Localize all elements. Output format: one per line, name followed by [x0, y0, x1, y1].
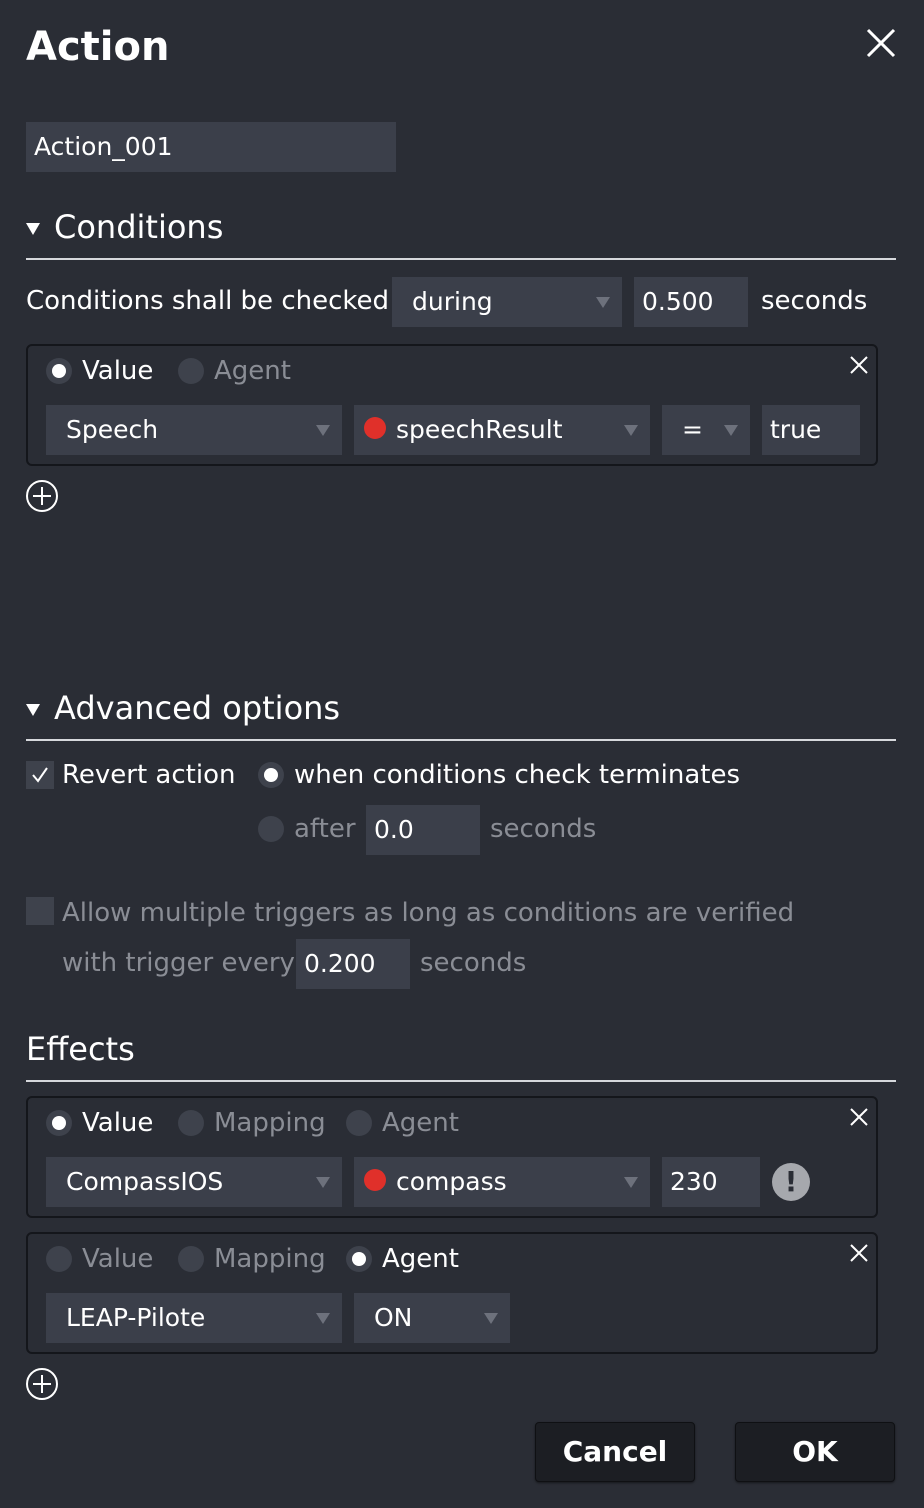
effect-output-value: compass — [396, 1167, 507, 1196]
conditions-divider — [26, 258, 896, 260]
action-name-input[interactable]: Action_001 — [26, 122, 396, 172]
radio-unselected-icon — [178, 1246, 204, 1272]
effect-state-dropdown[interactable]: ON — [354, 1293, 510, 1343]
revert-after-radio[interactable]: after — [258, 812, 356, 846]
chevron-down-icon — [596, 297, 610, 308]
advanced-options-header[interactable]: Advanced options — [26, 688, 340, 728]
effect-radio-mapping-label: Mapping — [214, 1108, 326, 1138]
effect-value-input[interactable]: 230 — [662, 1157, 760, 1207]
condition-operator-dropdown[interactable]: = — [662, 405, 750, 455]
revert-action-checkbox[interactable] — [26, 761, 54, 789]
effect-radio-value[interactable]: Value — [46, 1106, 153, 1140]
chevron-down-icon — [624, 1177, 638, 1188]
revert-after-label: after — [294, 814, 356, 844]
effect-radio-agent[interactable]: Agent — [346, 1106, 459, 1140]
chevron-down-icon — [316, 425, 330, 436]
conditions-title: Conditions — [54, 208, 224, 246]
effects-divider — [26, 1080, 896, 1082]
effect-radio-agent-label: Agent — [382, 1108, 459, 1138]
remove-effect-icon[interactable] — [848, 1106, 870, 1128]
conditions-header[interactable]: Conditions — [26, 207, 223, 247]
effect-radio-mapping[interactable]: Mapping — [178, 1242, 326, 1276]
warning-icon[interactable]: ! — [772, 1163, 810, 1201]
allow-multiple-triggers-checkbox[interactable] — [26, 897, 54, 925]
radio-unselected-icon — [46, 1246, 72, 1272]
radio-unselected-icon — [178, 1110, 204, 1136]
effect-radio-value-label: Value — [82, 1108, 154, 1138]
revert-after-seconds-label: seconds — [490, 814, 597, 844]
condition-radio-value-label: Value — [82, 356, 154, 386]
conditions-mode-dropdown[interactable]: during — [392, 277, 622, 327]
radio-unselected-icon — [346, 1110, 372, 1136]
revert-when-radio[interactable]: when conditions check terminates — [258, 758, 740, 792]
radio-unselected-icon — [258, 816, 284, 842]
ok-button[interactable]: OK — [735, 1422, 895, 1482]
add-effect-icon[interactable] — [25, 1367, 59, 1401]
collapse-triangle-icon — [26, 223, 40, 235]
cancel-button[interactable]: Cancel — [535, 1422, 695, 1482]
condition-output-dropdown[interactable]: speechResult — [354, 405, 650, 455]
checkmark-icon — [32, 767, 48, 783]
chevron-down-icon — [484, 1313, 498, 1324]
output-status-dot-icon — [364, 417, 386, 439]
radio-selected-icon — [346, 1246, 372, 1272]
revert-action-label: Revert action — [62, 760, 236, 790]
effect-state-value: ON — [374, 1303, 413, 1332]
effect-radio-agent-label: Agent — [382, 1244, 459, 1274]
conditions-mode-value: during — [412, 287, 493, 316]
effect-item: Value Mapping Agent LEAP-Pilote ON — [26, 1232, 878, 1354]
condition-agent-value: Speech — [66, 415, 159, 444]
radio-selected-icon — [258, 762, 284, 788]
chevron-down-icon — [724, 425, 738, 436]
revert-after-input[interactable]: 0.0 — [366, 805, 480, 855]
condition-radio-agent-label: Agent — [214, 356, 291, 386]
condition-agent-dropdown[interactable]: Speech — [46, 405, 342, 455]
condition-operator-value: = — [682, 415, 703, 444]
add-condition-icon[interactable] — [25, 479, 59, 513]
collapse-triangle-icon — [26, 704, 40, 716]
effect-agent-value: CompassIOS — [66, 1167, 224, 1196]
effect-radio-value[interactable]: Value — [46, 1242, 153, 1276]
dialog-title: Action — [26, 24, 170, 70]
effect-agent-value: LEAP-Pilote — [66, 1303, 206, 1332]
condition-output-value: speechResult — [396, 415, 563, 444]
effect-agent-dropdown[interactable]: CompassIOS — [46, 1157, 342, 1207]
radio-unselected-icon — [178, 358, 204, 384]
effect-agent-dropdown[interactable]: LEAP-Pilote — [46, 1293, 342, 1343]
effect-radio-agent[interactable]: Agent — [346, 1242, 459, 1276]
advanced-options-title: Advanced options — [54, 689, 341, 727]
conditions-checked-label: Conditions shall be checked — [26, 286, 390, 316]
conditions-duration-input[interactable]: 0.500 — [634, 277, 748, 327]
condition-radio-value[interactable]: Value — [46, 354, 153, 388]
chevron-down-icon — [624, 425, 638, 436]
advanced-divider — [26, 739, 896, 741]
effect-item: Value Mapping Agent CompassIOS compass 2… — [26, 1096, 878, 1218]
trigger-every-input[interactable]: 0.200 — [296, 939, 410, 989]
condition-radio-agent[interactable]: Agent — [178, 354, 291, 388]
radio-selected-icon — [46, 1110, 72, 1136]
conditions-seconds-label: seconds — [761, 286, 868, 316]
chevron-down-icon — [316, 1313, 330, 1324]
chevron-down-icon — [316, 1177, 330, 1188]
effects-title: Effects — [26, 1030, 135, 1068]
close-icon[interactable] — [864, 26, 898, 60]
effects-header: Effects — [26, 1029, 135, 1069]
effect-radio-mapping[interactable]: Mapping — [178, 1106, 326, 1140]
trigger-every-label: with trigger every — [62, 948, 295, 978]
revert-when-label: when conditions check terminates — [294, 760, 741, 790]
output-status-dot-icon — [364, 1169, 386, 1191]
effect-output-dropdown[interactable]: compass — [354, 1157, 650, 1207]
remove-condition-icon[interactable] — [848, 354, 870, 376]
effect-radio-mapping-label: Mapping — [214, 1244, 326, 1274]
radio-selected-icon — [46, 358, 72, 384]
condition-item: Value Agent Speech speechResult = true — [26, 344, 878, 466]
trigger-every-seconds-label: seconds — [420, 948, 527, 978]
remove-effect-icon[interactable] — [848, 1242, 870, 1264]
allow-multiple-triggers-label: Allow multiple triggers as long as condi… — [62, 898, 795, 928]
effect-radio-value-label: Value — [82, 1244, 154, 1274]
condition-value-input[interactable]: true — [762, 405, 860, 455]
